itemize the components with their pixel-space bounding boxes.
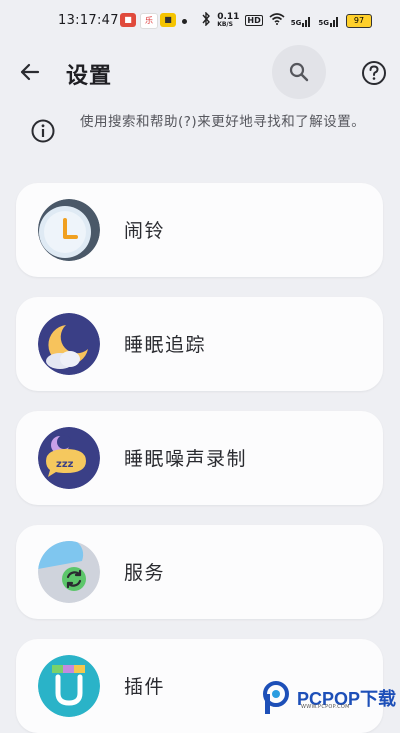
question-circle-icon [362,61,386,85]
signal-icon: 5G [291,15,313,27]
card-sleep-tracking[interactable]: 睡眠追踪 [16,297,383,391]
app-bar: 设置 [0,42,400,106]
card-sleep-noise-recording[interactable]: zzz 睡眠噪声录制 [16,411,383,505]
search-icon [289,62,309,82]
card-label: 服务 [124,562,166,584]
arrow-left-icon [20,63,40,81]
sleep-bubble-icon: zzz [38,427,100,489]
notification-icon: ■ [160,13,176,27]
watermark-sub: WWW.PCPOP.COM [300,704,350,710]
search-button[interactable] [272,45,326,99]
info-icon [30,118,56,144]
net-speed: 0.11 KB/S [217,11,240,29]
wifi-icon [269,13,285,28]
card-alarm[interactable]: 闹铃 [16,183,383,277]
info-banner: 使用搜索和帮助(?)来更好地寻找和了解设置。 [0,108,400,168]
page-title: 设置 [66,64,113,89]
help-button[interactable] [360,59,388,87]
status-indicators: 0.11 KB/S HD 5G 5G 97 [201,11,372,29]
signal-icon: 5G [318,15,340,27]
info-text: 使用搜索和帮助(?)来更好地寻找和了解设置。 [80,114,366,130]
status-time: 13:17:47 [58,13,119,28]
signal-label: 5G [290,18,302,27]
moon-cloud-icon [38,313,100,375]
pcpop-logo-icon [262,681,289,714]
bluetooth-icon [201,11,211,29]
card-services[interactable]: 服务 [16,525,383,619]
plugin-bag-icon [38,655,100,717]
card-label: 闹铃 [124,220,166,242]
back-button[interactable] [14,56,46,88]
notification-icon: 乐 [140,13,158,29]
watermark: PCPOP下载 WWW.PCPOP.COM [261,680,396,716]
clock-icon [38,199,100,261]
card-label: 睡眠追踪 [124,334,207,356]
sync-service-icon [38,541,100,603]
card-label: 睡眠噪声录制 [124,448,248,470]
signal-label: 5G [318,18,329,27]
status-bar: 13:17:47 ■ 乐 ■ 0.11 KB/S HD 5G 5G 97 [0,0,400,42]
battery-icon: 97 [346,13,372,28]
notification-icon: ■ [120,13,136,27]
notification-dot [182,19,187,24]
hd-badge: HD [245,15,263,26]
card-label: 插件 [124,676,166,698]
net-speed-value: 0.11 [217,11,240,22]
svg-text:zzz: zzz [56,459,74,470]
net-speed-unit: KB/S [217,20,233,28]
